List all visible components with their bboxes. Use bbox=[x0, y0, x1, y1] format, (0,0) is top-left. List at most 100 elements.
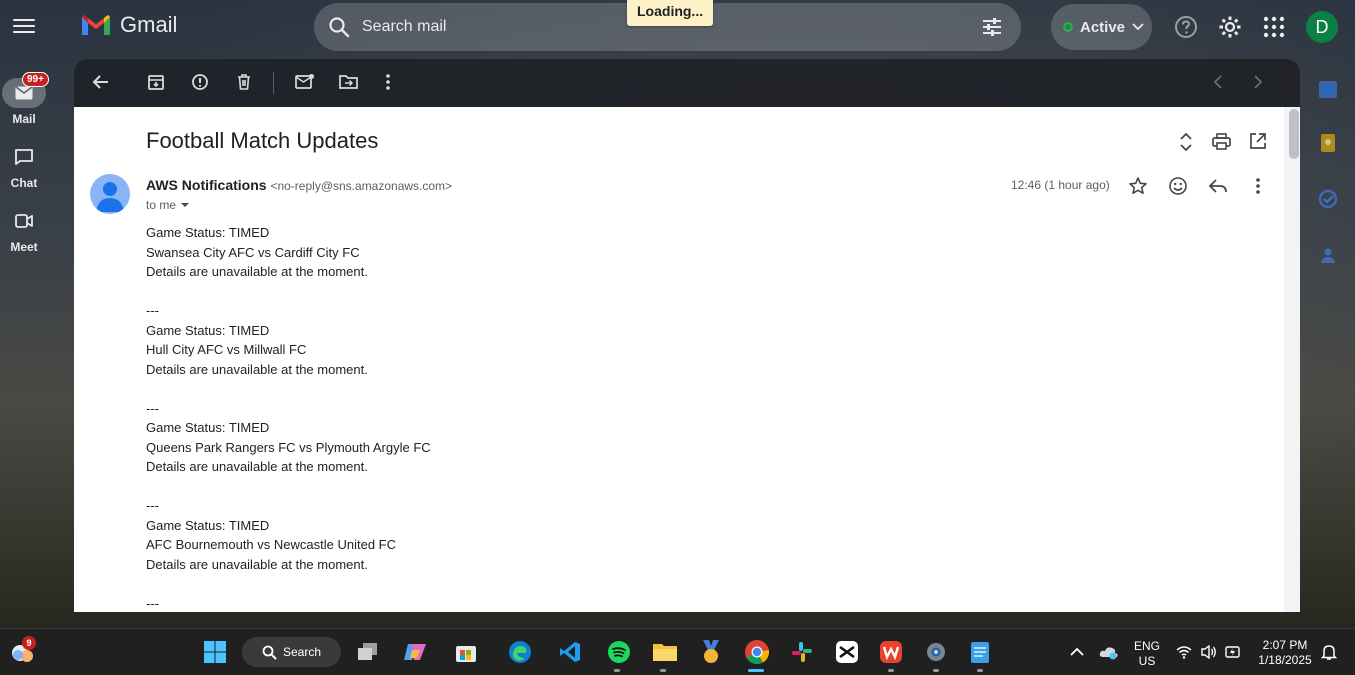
notepad-icon bbox=[971, 642, 989, 663]
running-indicator bbox=[614, 669, 620, 672]
file-explorer-app[interactable] bbox=[652, 639, 678, 665]
body-line bbox=[146, 574, 431, 594]
taskbar-search[interactable]: Search bbox=[242, 637, 341, 667]
message-more-options-icon[interactable] bbox=[1253, 177, 1263, 195]
achievement-app[interactable] bbox=[698, 639, 724, 665]
sender-avatar[interactable] bbox=[90, 174, 130, 214]
store-bag-icon bbox=[456, 646, 476, 662]
weather-widget[interactable]: 9 bbox=[10, 636, 36, 670]
body-line: Game Status: TIMED bbox=[146, 225, 270, 240]
input-language-indicator[interactable]: ENG US bbox=[1131, 639, 1163, 669]
settings-gear-icon[interactable] bbox=[1218, 15, 1242, 39]
status-dot-icon bbox=[1063, 22, 1073, 32]
taskbar-search-label: Search bbox=[283, 645, 322, 659]
running-indicator bbox=[977, 669, 983, 672]
app-name: Gmail bbox=[120, 12, 178, 37]
wifi-icon[interactable] bbox=[1176, 645, 1192, 659]
slack-icon bbox=[792, 642, 812, 662]
active-app-indicator bbox=[748, 669, 764, 672]
wps-icon bbox=[880, 641, 902, 663]
sender-email: <no-reply@sns.amazonaws.com> bbox=[270, 179, 453, 193]
capcut-icon bbox=[836, 641, 858, 663]
apps-grid-icon[interactable] bbox=[1262, 15, 1286, 39]
open-in-new-window-icon[interactable] bbox=[1249, 132, 1267, 150]
task-view-icon bbox=[358, 643, 377, 660]
body-line bbox=[146, 379, 431, 399]
notepad-app[interactable] bbox=[967, 639, 993, 665]
rail-item-meet[interactable]: Meet bbox=[0, 206, 48, 254]
tasks-icon[interactable] bbox=[1317, 188, 1339, 210]
gmail-logo[interactable]: Gmail bbox=[80, 12, 177, 38]
weather-badge: 9 bbox=[22, 636, 36, 650]
copilot-icon bbox=[404, 644, 426, 660]
recipient-details-toggle[interactable]: to me bbox=[146, 198, 190, 212]
body-line: Details are unavailable at the moment. bbox=[146, 264, 368, 279]
archive-icon[interactable] bbox=[147, 73, 165, 91]
delete-trash-icon[interactable] bbox=[235, 73, 253, 91]
show-hidden-icons-chevron-up-icon[interactable] bbox=[1070, 647, 1084, 657]
reply-icon[interactable] bbox=[1208, 177, 1228, 195]
back-arrow-icon[interactable] bbox=[92, 73, 110, 91]
spotify-app[interactable] bbox=[606, 639, 632, 665]
message-view: Football Match Updates AWS Notifications… bbox=[74, 107, 1284, 612]
edge-browser-app[interactable] bbox=[507, 639, 533, 665]
rail-label-meet: Meet bbox=[10, 240, 38, 254]
calendar-icon[interactable] bbox=[1317, 78, 1339, 100]
report-spam-icon[interactable] bbox=[191, 73, 209, 91]
slack-app[interactable] bbox=[789, 639, 815, 665]
star-icon[interactable] bbox=[1128, 176, 1148, 196]
notification-bell-icon[interactable] bbox=[1321, 643, 1337, 661]
print-icon[interactable] bbox=[1212, 133, 1231, 150]
body-line: Game Status: TIMED bbox=[146, 322, 270, 338]
loading-indicator: Loading... bbox=[627, 0, 714, 26]
rail-item-mail[interactable]: 99+ Mail bbox=[0, 72, 49, 126]
vscode-app[interactable] bbox=[557, 639, 583, 665]
message-scrollbar[interactable] bbox=[1284, 107, 1300, 612]
expand-all-icon[interactable] bbox=[1179, 131, 1193, 153]
body-line bbox=[146, 477, 431, 497]
battery-charging-icon[interactable] bbox=[1224, 644, 1242, 660]
onedrive-cloud-icon[interactable] bbox=[1099, 644, 1119, 660]
language-code: ENG bbox=[1133, 639, 1160, 653]
sender-name[interactable]: AWS Notifications bbox=[146, 177, 267, 193]
status-selector[interactable]: Active bbox=[1051, 4, 1152, 50]
account-avatar[interactable]: D bbox=[1306, 11, 1338, 43]
mark-unread-icon[interactable] bbox=[295, 73, 315, 91]
chat-icon bbox=[2, 142, 46, 172]
help-icon[interactable] bbox=[1174, 15, 1198, 39]
clock[interactable]: 2:07 PM 1/18/2025 bbox=[1253, 638, 1317, 668]
older-chevron-right-icon[interactable] bbox=[1252, 73, 1264, 91]
main-menu-button[interactable] bbox=[13, 16, 35, 36]
rail-label-mail: Mail bbox=[12, 112, 36, 126]
settings-app[interactable] bbox=[923, 639, 949, 665]
chrome-browser-app[interactable] bbox=[744, 639, 770, 665]
microsoft-store-app[interactable] bbox=[453, 639, 479, 665]
move-to-icon[interactable] bbox=[339, 73, 359, 91]
body-line: --- bbox=[146, 595, 159, 611]
emoji-reaction-icon[interactable] bbox=[1168, 176, 1188, 196]
keep-notes-icon[interactable] bbox=[1317, 132, 1339, 154]
clock-date: 1/18/2025 bbox=[1258, 653, 1312, 667]
more-options-icon[interactable] bbox=[383, 73, 393, 91]
clock-time: 2:07 PM bbox=[1262, 638, 1308, 652]
running-indicator bbox=[933, 669, 939, 672]
search-icon[interactable] bbox=[328, 16, 350, 38]
search-input[interactable]: Search mail bbox=[362, 18, 446, 36]
capcut-app[interactable] bbox=[834, 639, 860, 665]
task-view-button[interactable] bbox=[355, 639, 381, 665]
rail-item-chat[interactable]: Chat bbox=[0, 142, 48, 190]
scrollbar-thumb[interactable] bbox=[1289, 109, 1299, 159]
contacts-icon[interactable] bbox=[1317, 244, 1339, 266]
copilot-app[interactable] bbox=[402, 639, 428, 665]
start-button[interactable] bbox=[202, 639, 228, 665]
body-line: --- bbox=[146, 400, 159, 416]
search-icon bbox=[262, 645, 277, 660]
newer-chevron-left-icon[interactable] bbox=[1212, 73, 1224, 91]
body-line: Swansea City AFC vs Cardiff City FC bbox=[146, 244, 360, 260]
search-options-icon[interactable] bbox=[981, 17, 1003, 37]
volume-icon[interactable] bbox=[1200, 644, 1218, 660]
wps-office-app[interactable] bbox=[878, 639, 904, 665]
body-line: Queens Park Rangers FC vs Plymouth Argyl… bbox=[146, 439, 431, 455]
windows-logo-icon bbox=[204, 641, 226, 663]
medal-icon bbox=[703, 640, 719, 663]
